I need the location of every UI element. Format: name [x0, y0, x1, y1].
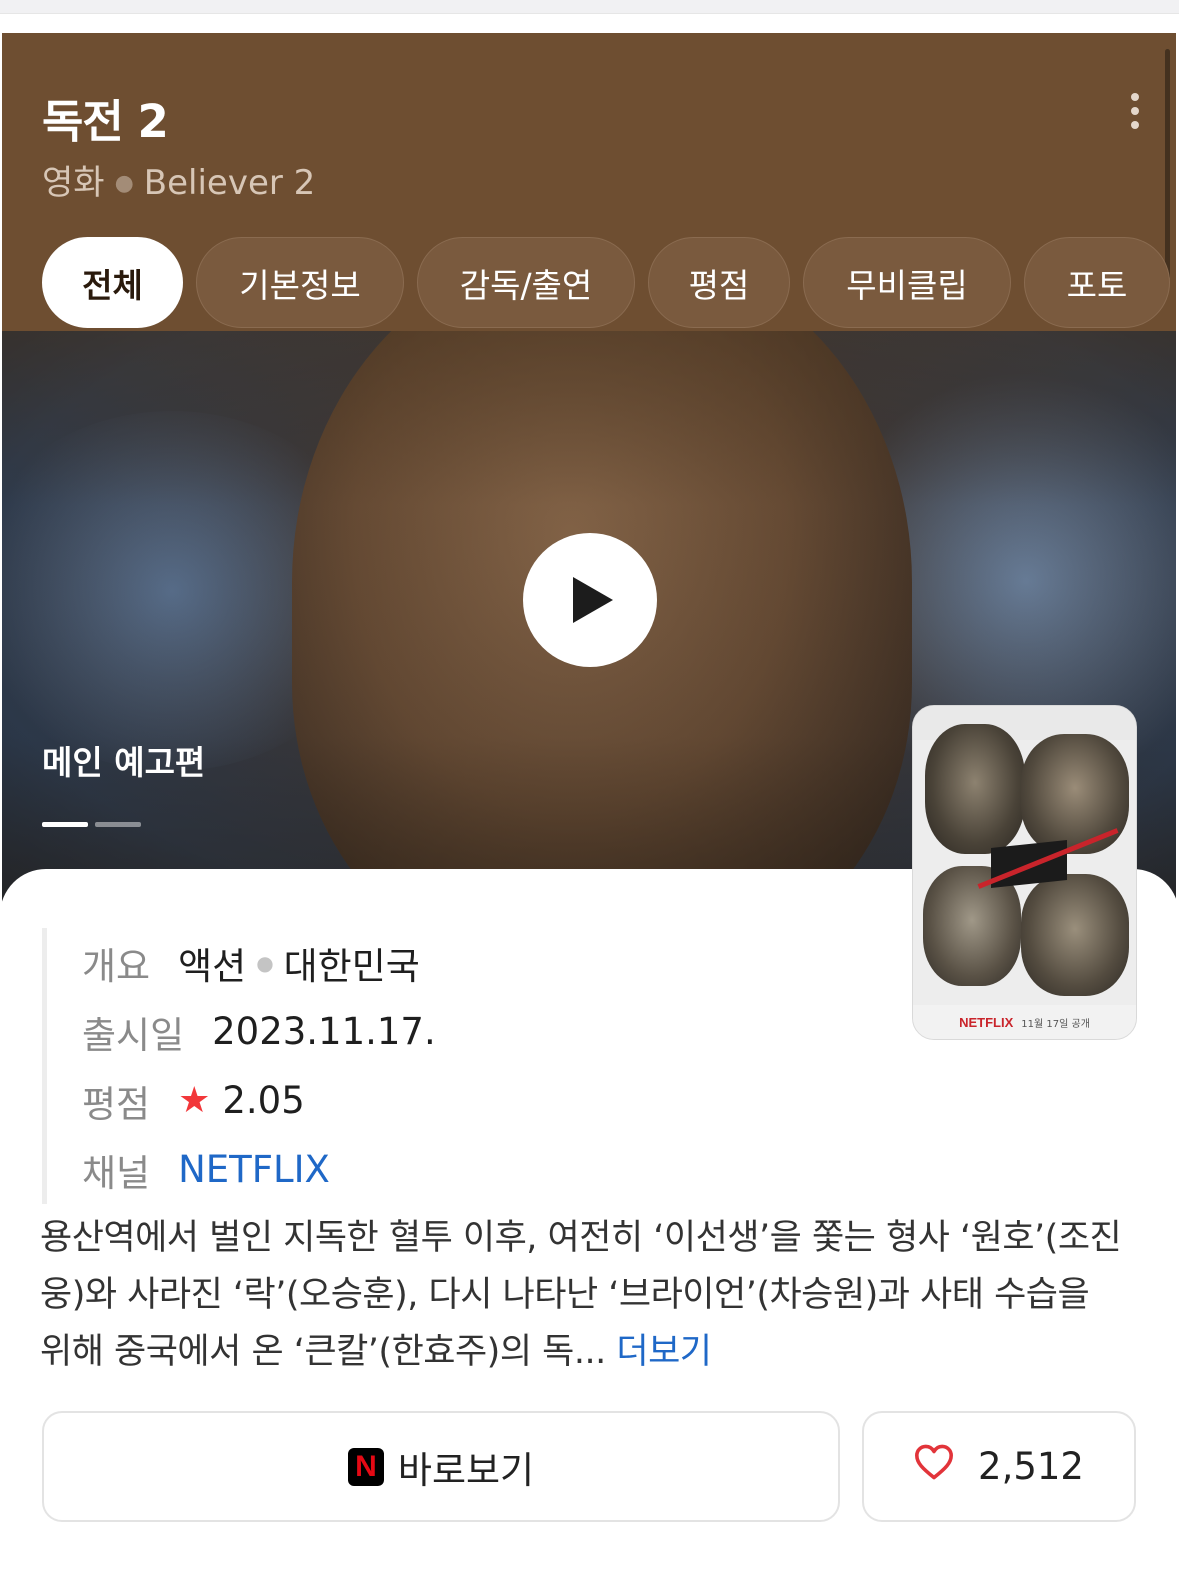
channel-link[interactable]: NETFLIX — [178, 1148, 330, 1191]
slide-dot[interactable] — [95, 822, 141, 827]
more-link[interactable]: 더보기 — [616, 1332, 712, 1372]
release-date: 2023.11.17. — [212, 1010, 436, 1053]
tab-rating[interactable]: 평점 — [648, 237, 790, 328]
netflix-icon: N — [347, 1447, 384, 1486]
original-title: Believer 2 — [143, 163, 316, 203]
rating-row: 평점 ★ 2.05 — [82, 1066, 436, 1135]
tab-bar: 전체 기본정보 감독/출연 평점 무비클립 포토 — [42, 237, 1170, 328]
more-options-icon[interactable] — [1128, 93, 1142, 129]
movie-header: 독전 2 영화 ● Believer 2 전체 기본정보 감독/출연 평점 무비클립… — [2, 33, 1176, 331]
subtitle: 영화 ● Believer 2 — [42, 155, 315, 204]
info-list: 개요 액션 ● 대한민국 출시일 2023.11.17. 평점 ★ 2.05 채… — [42, 928, 436, 1204]
release-label: 출시일 — [82, 1013, 185, 1057]
heart-icon — [914, 1444, 954, 1489]
overview-row: 개요 액션 ● 대한민국 — [82, 928, 436, 997]
tab-all[interactable]: 전체 — [42, 237, 183, 328]
tab-photo[interactable]: 포토 — [1024, 237, 1170, 328]
country-value: 대한민국 — [283, 944, 420, 988]
poster-release-note: 11월 17일 공개 — [1021, 1018, 1090, 1030]
synopsis-text: 용산역에서 벌인 지독한 혈투 이후, 여전히 ‘이선생’을 쫓는 형사 ‘원호… — [40, 1218, 1122, 1372]
tab-director-cast[interactable]: 감독/출연 — [417, 237, 635, 328]
like-count: 2,512 — [978, 1445, 1084, 1488]
category-label: 영화 — [42, 163, 105, 203]
watch-now-label: 바로보기 — [397, 1448, 535, 1492]
channel-label: 채널 — [82, 1151, 151, 1195]
channel-row: 채널 NETFLIX — [82, 1135, 436, 1204]
tab-movie-clip[interactable]: 무비클립 — [803, 237, 1011, 328]
overview-label: 개요 — [82, 944, 151, 988]
rating-label: 평점 — [82, 1082, 151, 1126]
watch-now-button[interactable]: N 바로보기 — [42, 1411, 840, 1522]
rating-value: 2.05 — [222, 1079, 305, 1122]
genre-value: 액션 — [178, 944, 247, 988]
poster-netflix-logo: NETFLIX — [959, 1014, 1014, 1030]
tab-basic-info[interactable]: 기본정보 — [196, 237, 404, 328]
video-title: 메인 예고편 — [42, 743, 206, 782]
play-button[interactable] — [523, 533, 657, 667]
synopsis: 용산역에서 벌인 지독한 혈투 이후, 여전히 ‘이선생’을 쫓는 형사 ‘원호… — [40, 1210, 1130, 1381]
slide-dot-active[interactable] — [42, 822, 88, 827]
star-icon: ★ — [178, 1080, 211, 1121]
separator-dot: ● — [114, 171, 134, 196]
separator-dot: ● — [256, 950, 274, 975]
page-title: 독전 2 — [42, 95, 169, 148]
top-strip — [0, 0, 1179, 14]
slide-indicator — [42, 822, 141, 827]
release-row: 출시일 2023.11.17. — [82, 997, 436, 1066]
movie-poster[interactable]: NETFLIX 11월 17일 공개 — [912, 705, 1137, 1040]
like-button[interactable]: 2,512 — [862, 1411, 1136, 1522]
